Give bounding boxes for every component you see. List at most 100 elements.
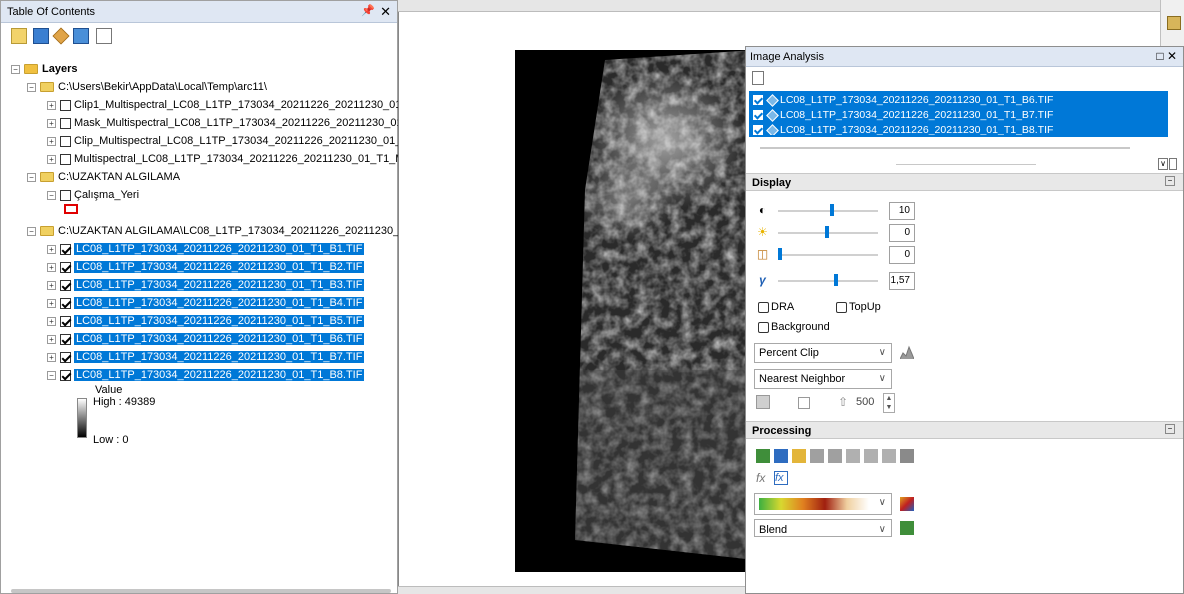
chevron-down-icon[interactable]: ∨: [879, 344, 886, 362]
swipe-icon[interactable]: [756, 395, 770, 409]
scale-spinner[interactable]: ▲ ▼: [883, 393, 895, 413]
ia-layer-checkbox[interactable]: [753, 125, 763, 135]
zoom-box-icon[interactable]: [798, 397, 810, 409]
ia-layer-checkbox[interactable]: [753, 110, 763, 121]
layer-checkbox[interactable]: [60, 333, 71, 345]
layer-checkbox[interactable]: [60, 279, 71, 291]
layer-item[interactable]: + Mask_Multispectral_LC08_L1TP_173034_202…: [47, 114, 444, 132]
ia-layer-item[interactable]: LC08_L1TP_173034_20211226_20211230_01_T1…: [753, 108, 1053, 123]
ia-layer-list[interactable]: LC08_L1TP_173034_20211226_20211230_01_T1…: [749, 91, 1168, 137]
transparency-slider[interactable]: [778, 254, 878, 256]
layer-item[interactable]: + Multispectral_LC08_L1TP_173034_20211226…: [47, 150, 417, 168]
layer-checkbox[interactable]: [60, 117, 71, 129]
topup-box[interactable]: [836, 301, 847, 313]
ia-layer-item[interactable]: LC08_L1TP_173034_20211226_20211230_01_T1…: [753, 93, 1053, 108]
chevron-down-icon[interactable]: ∨: [1158, 158, 1168, 170]
expand-icon[interactable]: +: [47, 136, 56, 146]
display-section-header[interactable]: Display −: [746, 173, 1183, 191]
chevron-down-icon[interactable]: ∨: [879, 370, 886, 388]
orthorectify-icon[interactable]: [864, 449, 878, 463]
histogram-icon[interactable]: [899, 345, 915, 360]
layer-checkbox[interactable]: [60, 315, 71, 327]
splitter[interactable]: [896, 164, 1036, 165]
collapse-icon[interactable]: −: [1165, 424, 1175, 434]
function-editor-icon[interactable]: fx: [774, 471, 788, 485]
layer-item[interactable]: + LC08_L1TP_173034_20211226_20211230_01_T…: [47, 276, 365, 294]
gamma-slider[interactable]: [778, 280, 878, 282]
expand-icon[interactable]: +: [47, 100, 56, 110]
blend-tool-icon[interactable]: [900, 521, 914, 535]
transparency-thumb[interactable]: [778, 248, 782, 260]
gamma-value[interactable]: 1,57: [889, 272, 915, 290]
layer-item[interactable]: + LC08_L1TP_173034_20211226_20211230_01_T…: [47, 348, 365, 366]
layer-item[interactable]: + LC08_L1TP_173034_20211226_20211230_01_T…: [47, 258, 365, 276]
collapse-icon[interactable]: −: [11, 64, 20, 74]
gamma-thumb[interactable]: [834, 274, 838, 286]
background-checkbox[interactable]: Background: [758, 319, 830, 335]
pin-icon[interactable]: 📌: [361, 4, 375, 17]
collapse-icon[interactable]: −: [47, 370, 56, 380]
layer-item[interactable]: + LC08_L1TP_173034_20211226_20211230_01_T…: [47, 294, 365, 312]
blend-dropdown[interactable]: Blend ∨: [754, 519, 892, 537]
contrast-value[interactable]: 10: [889, 202, 915, 220]
layer-checkbox[interactable]: [60, 189, 71, 201]
expand-icon[interactable]: +: [47, 334, 56, 344]
layer-item[interactable]: + LC08_L1TP_173034_20211226_20211230_01_T…: [47, 330, 365, 348]
layer-checkbox[interactable]: [60, 261, 71, 273]
catalog-icon[interactable]: [1167, 16, 1181, 30]
layers-root[interactable]: − Layers: [11, 60, 77, 78]
clip-icon[interactable]: [756, 449, 770, 463]
polygon-symbol[interactable]: [64, 204, 78, 214]
panel-toggle-icon[interactable]: [1169, 158, 1177, 170]
pan-sharpen-icon[interactable]: [810, 449, 824, 463]
function-icon[interactable]: fx: [756, 471, 770, 485]
dra-checkbox[interactable]: DRA: [758, 299, 794, 315]
collapse-icon[interactable]: −: [1165, 176, 1175, 186]
topup-checkbox[interactable]: TopUp: [836, 299, 881, 315]
filter-icon[interactable]: [882, 449, 896, 463]
expand-icon[interactable]: +: [47, 280, 56, 290]
composite-icon[interactable]: [792, 449, 806, 463]
layer-checkbox[interactable]: [60, 99, 71, 111]
ia-window-buttons[interactable]: □ ✕: [1156, 49, 1177, 63]
expand-icon[interactable]: +: [47, 154, 56, 164]
ia-layer-checkbox[interactable]: [753, 95, 763, 106]
group-uzaktan[interactable]: − C:\UZAKTAN ALGILAMA: [27, 168, 180, 186]
collapse-icon[interactable]: −: [47, 190, 56, 200]
toc-scrollbar[interactable]: [11, 589, 391, 593]
collapse-icon[interactable]: −: [27, 82, 36, 92]
brightness-value[interactable]: 0: [889, 224, 915, 242]
colormap-icon[interactable]: [900, 497, 914, 511]
transparency-value[interactable]: 0: [889, 246, 915, 264]
processing-section-header[interactable]: Processing −: [746, 421, 1183, 439]
contrast-slider[interactable]: [778, 210, 878, 212]
background-box[interactable]: [758, 321, 769, 333]
expand-icon[interactable]: +: [47, 262, 56, 272]
list-by-selection-icon[interactable]: [73, 28, 89, 44]
layer-checkbox[interactable]: [60, 369, 71, 381]
mosaic-icon[interactable]: [846, 449, 860, 463]
ia-hscrollbar[interactable]: [760, 147, 1130, 149]
options-icon[interactable]: [752, 71, 764, 85]
layer-item[interactable]: + LC08_L1TP_173034_20211226_20211230_01_T…: [47, 312, 365, 330]
list-by-drawing-order-icon[interactable]: [11, 28, 27, 44]
stretch-dropdown[interactable]: Percent Clip ∨: [754, 343, 892, 363]
group-temp[interactable]: − C:\Users\Bekir\AppData\Local\Temp\arc11…: [27, 78, 267, 96]
collapse-icon[interactable]: −: [27, 226, 36, 236]
layer-item[interactable]: + Clip_Multispectral_LC08_L1TP_173034_202…: [47, 132, 442, 150]
expand-icon[interactable]: +: [47, 298, 56, 308]
group-landsat[interactable]: − C:\UZAKTAN ALGILAMA\LC08_L1TP_173034_20…: [27, 222, 433, 240]
options-icon[interactable]: [96, 28, 112, 44]
brightness-thumb[interactable]: [825, 226, 829, 238]
layer-item[interactable]: + Clip1_Multispectral_LC08_L1TP_173034_20…: [47, 96, 442, 114]
close-icon[interactable]: ✕: [380, 4, 391, 20]
ia-layer-item[interactable]: LC08_L1TP_173034_20211226_20211230_01_T1…: [753, 123, 1053, 135]
list-by-source-icon[interactable]: [33, 28, 49, 44]
layer-checkbox[interactable]: [60, 351, 71, 363]
colormap-dropdown[interactable]: ∨: [754, 493, 892, 515]
collapse-icon[interactable]: −: [27, 172, 36, 182]
layer-checkbox[interactable]: [60, 243, 71, 255]
expand-icon[interactable]: +: [47, 352, 56, 362]
layer-item[interactable]: − Çalışma_Yeri: [47, 186, 139, 204]
chevron-down-icon[interactable]: ∨: [879, 494, 886, 512]
